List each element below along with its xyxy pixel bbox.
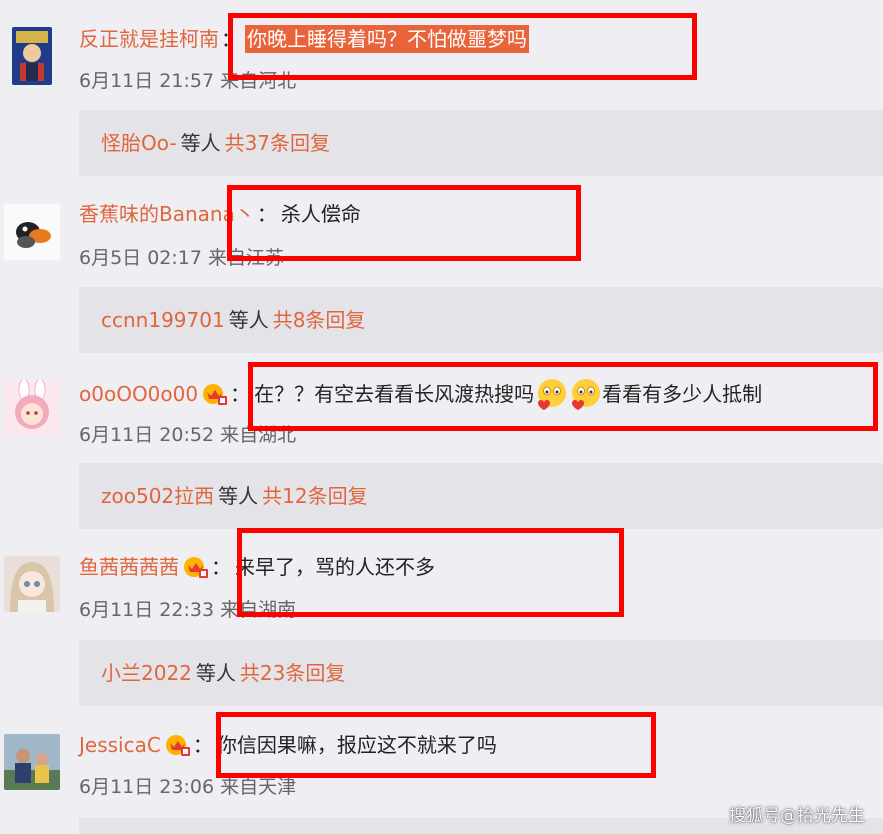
- comment-text-before: 在？？有空去看看长风渡热搜吗: [254, 382, 535, 406]
- reply-user[interactable]: ccnn199701: [101, 308, 225, 332]
- reply-count[interactable]: 共37条回复: [225, 131, 330, 155]
- comment-text: 你信因果嘛，报应这不就来了吗: [216, 733, 497, 757]
- comment-colon: ：: [256, 202, 277, 226]
- vip-badge-icon: [165, 733, 191, 757]
- comment-meta: 6月11日 22:33 来自湖南: [79, 599, 297, 621]
- comment-meta: 6月5日 02:17 来自江苏: [79, 247, 285, 269]
- comment-text: 你晚上睡得着吗？不怕做噩梦吗: [245, 25, 529, 53]
- comment-username[interactable]: JessicaC: [79, 731, 161, 759]
- reply-user[interactable]: zoo502拉西: [101, 484, 214, 508]
- reply-mid: 等人: [218, 484, 259, 508]
- comment-colon: ：: [211, 555, 231, 579]
- love-face-emoji-icon: [534, 377, 568, 411]
- reply-summary-1[interactable]: 怪胎Oo- 等人 共37条回复: [79, 110, 883, 176]
- reply-user[interactable]: 小兰2022: [101, 661, 192, 685]
- doll-avatar-icon[interactable]: [4, 556, 60, 612]
- comment-colon: ：: [221, 27, 241, 51]
- reply-summary-3[interactable]: zoo502拉西 等人 共12条回复: [79, 463, 883, 529]
- comment-text-after: 看看有多少人抵制: [602, 382, 763, 406]
- penguin-avatar-icon[interactable]: [4, 204, 60, 260]
- vip-badge-icon: [202, 382, 228, 406]
- comment-text: 杀人偿命: [280, 202, 361, 226]
- vip-badge-icon: [183, 555, 209, 579]
- reply-summary-2[interactable]: ccnn199701 等人 共8条回复: [79, 287, 883, 353]
- reply-user[interactable]: 怪胎Oo-: [101, 131, 177, 155]
- reply-mid: 等人: [180, 131, 221, 155]
- comment-meta: 6月11日 23:06 来自天津: [79, 776, 297, 798]
- comment-text: 来早了，骂的人还不多: [235, 555, 435, 579]
- comment-username[interactable]: 香蕉味的Banana丶: [79, 200, 255, 228]
- comment-username[interactable]: 反正就是挂柯南: [79, 25, 219, 53]
- comment-colon: ：: [230, 382, 251, 406]
- comment-colon: ：: [192, 733, 213, 757]
- photo-avatar-icon[interactable]: [4, 734, 60, 790]
- reply-summary-4[interactable]: 小兰2022 等人 共23条回复: [79, 640, 883, 706]
- reply-count[interactable]: 共23条回复: [240, 661, 345, 685]
- reply-mid: 等人: [228, 308, 269, 332]
- comment-username[interactable]: o0oOO0o00: [79, 380, 198, 408]
- watermark: 搜狐号@拾光先生: [729, 806, 865, 826]
- reply-count[interactable]: 共8条回复: [273, 308, 366, 332]
- bunny-girl-avatar-icon[interactable]: [4, 380, 60, 436]
- comment-meta: 6月11日 20:52 来自湖北: [79, 424, 297, 446]
- reply-mid: 等人: [195, 661, 236, 685]
- detective-avatar-icon[interactable]: [12, 27, 52, 85]
- love-face-emoji-icon: [568, 377, 602, 411]
- reply-count[interactable]: 共12条回复: [262, 484, 367, 508]
- comment-meta: 6月11日 21:57 来自河北: [79, 70, 297, 92]
- comment-username[interactable]: 鱼茜茜茜茜: [79, 553, 179, 581]
